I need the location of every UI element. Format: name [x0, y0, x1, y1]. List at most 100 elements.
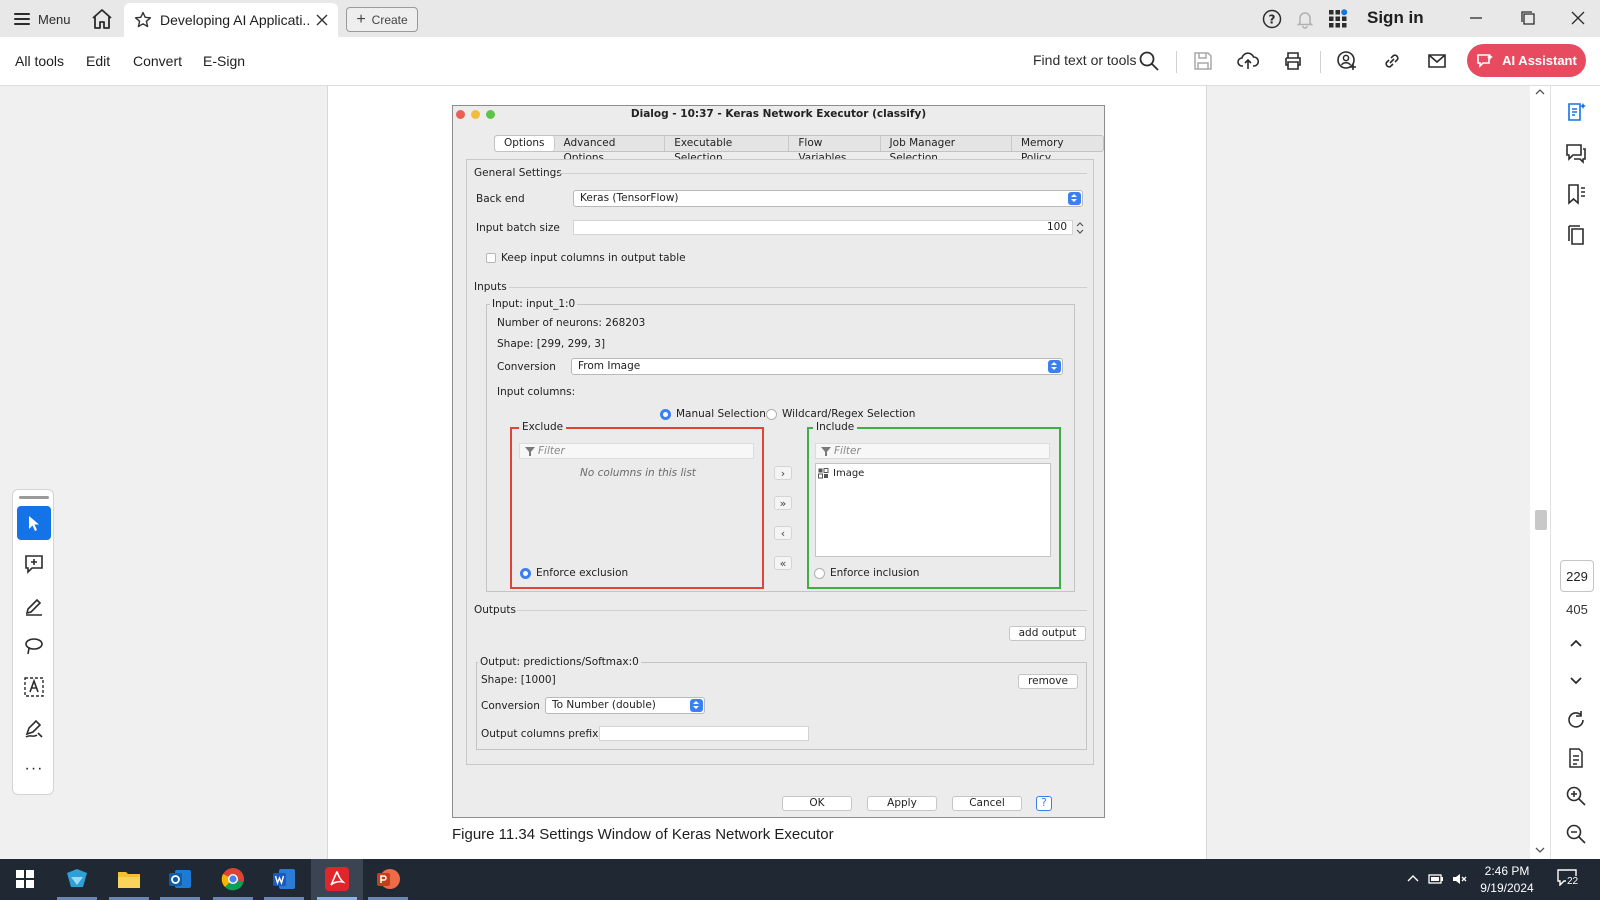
- scroll-up-icon[interactable]: [1535, 88, 1545, 96]
- chrome-icon[interactable]: [219, 865, 247, 893]
- enforce-exclusion-label: Enforce exclusion: [536, 567, 629, 579]
- spinner-icon[interactable]: [1075, 220, 1085, 236]
- exclude-title: Exclude: [519, 421, 567, 433]
- document-tab[interactable]: Developing AI Applicati...: [124, 3, 338, 37]
- search-icon[interactable]: [1138, 50, 1160, 72]
- chevron-updown-icon: [1068, 192, 1081, 205]
- minimize-icon[interactable]: [1468, 10, 1484, 26]
- dialog-help-button[interactable]: ?: [1036, 796, 1052, 811]
- drag-handle[interactable]: [19, 496, 49, 499]
- input-conversion-select[interactable]: From Image: [571, 358, 1063, 375]
- cancel-button[interactable]: Cancel: [952, 796, 1022, 811]
- find-text-label[interactable]: Find text or tools: [1033, 52, 1137, 68]
- output-conversion-select[interactable]: To Number (double): [545, 697, 705, 714]
- menu-button[interactable]: Menu: [14, 7, 71, 31]
- close-tab-icon[interactable]: [316, 14, 328, 26]
- highlight-tool[interactable]: [17, 588, 51, 622]
- manual-selection-radio[interactable]: [660, 409, 671, 420]
- svg-text:?: ?: [1269, 13, 1276, 27]
- select-tool[interactable]: [17, 506, 51, 540]
- exclude-filter-input[interactable]: Filter: [519, 443, 754, 459]
- wildcard-selection-radio[interactable]: [766, 409, 777, 420]
- menu-e-sign[interactable]: E-Sign: [203, 53, 245, 69]
- star-icon[interactable]: [134, 11, 152, 29]
- zoom-in-icon[interactable]: [1564, 784, 1588, 808]
- tab-job-manager-selection[interactable]: Job Manager Selection: [881, 136, 1012, 164]
- sign-tool[interactable]: [17, 711, 51, 745]
- move-right-button[interactable]: ›: [774, 466, 792, 480]
- rotate-icon[interactable]: [1564, 708, 1588, 732]
- ai-assistant-button[interactable]: AI Assistant: [1467, 44, 1586, 77]
- chevron-up-icon[interactable]: [1564, 632, 1588, 656]
- scroll-down-icon[interactable]: [1535, 846, 1545, 854]
- keep-input-columns-checkbox[interactable]: [486, 253, 496, 263]
- restore-icon[interactable]: [1520, 10, 1536, 26]
- acrobat-icon[interactable]: [323, 865, 351, 893]
- chevron-up-tray-icon[interactable]: [1405, 871, 1421, 887]
- page-fit-icon[interactable]: [1564, 746, 1588, 770]
- enforce-inclusion-radio[interactable]: [814, 568, 825, 579]
- move-all-left-button[interactable]: «: [774, 556, 792, 570]
- powerpoint-icon[interactable]: [374, 865, 402, 893]
- menu-all-tools[interactable]: All tools: [15, 53, 64, 69]
- list-item[interactable]: Image: [818, 466, 864, 480]
- batch-size-input[interactable]: 100: [573, 220, 1073, 235]
- system-clock[interactable]: 2:46 PM 9/19/2024: [1468, 863, 1546, 897]
- keras-executor-dialog-figure: Dialog - 10:37 - Keras Network Executor …: [452, 105, 1105, 818]
- plus-icon: +: [356, 10, 366, 28]
- comment-tool[interactable]: [17, 547, 51, 581]
- comments-icon[interactable]: [1564, 141, 1588, 165]
- document-viewport[interactable]: Dialog - 10:37 - Keras Network Executor …: [0, 86, 1550, 859]
- menu-convert[interactable]: Convert: [133, 53, 182, 69]
- generative-summary-icon[interactable]: [1564, 100, 1588, 124]
- command-bar: All tools Edit Convert E-Sign Find text …: [0, 37, 1600, 86]
- notification-center[interactable]: 22: [1556, 868, 1582, 890]
- save-icon[interactable]: [1192, 50, 1214, 72]
- tab-memory-policy[interactable]: Memory Policy: [1012, 136, 1103, 164]
- sign-in-link[interactable]: Sign in: [1367, 8, 1424, 28]
- help-icon[interactable]: ?: [1262, 9, 1282, 29]
- apply-button[interactable]: Apply: [867, 796, 937, 811]
- pages-icon[interactable]: [1564, 223, 1588, 247]
- more-tools-button[interactable]: ···: [17, 752, 51, 786]
- scrollbar-thumb[interactable]: [1535, 510, 1547, 530]
- enforce-exclusion-radio[interactable]: [520, 568, 531, 579]
- remove-output-button[interactable]: remove: [1018, 674, 1078, 689]
- draw-tool[interactable]: [17, 629, 51, 663]
- move-all-right-button[interactable]: »: [774, 496, 792, 510]
- close-window-icon[interactable]: [1570, 10, 1586, 26]
- apps-grid-icon[interactable]: [1328, 9, 1348, 29]
- text-box-tool[interactable]: [17, 670, 51, 704]
- current-page-input[interactable]: 229: [1560, 560, 1594, 592]
- mail-icon[interactable]: [1426, 50, 1448, 72]
- menu-edit[interactable]: Edit: [86, 53, 110, 69]
- backend-select[interactable]: Keras (TensorFlow): [573, 190, 1083, 207]
- tab-advanced-options[interactable]: Advanced Options: [555, 136, 666, 164]
- word-icon[interactable]: [270, 865, 298, 893]
- windows-start-icon[interactable]: [11, 865, 39, 893]
- volume-muted-icon[interactable]: [1451, 871, 1467, 887]
- upload-icon[interactable]: [1237, 50, 1259, 72]
- share-user-icon[interactable]: [1336, 50, 1358, 72]
- add-output-button[interactable]: add output: [1009, 626, 1086, 641]
- notification-bell-icon[interactable]: [1295, 9, 1315, 29]
- home-icon[interactable]: [90, 8, 114, 30]
- outlook-icon[interactable]: [166, 865, 194, 893]
- zoom-out-icon[interactable]: [1564, 822, 1588, 846]
- file-explorer-icon[interactable]: [115, 865, 143, 893]
- widgets-app-icon[interactable]: [63, 865, 91, 893]
- include-filter-input[interactable]: Filter: [815, 443, 1050, 459]
- output-prefix-input[interactable]: [599, 726, 809, 741]
- battery-icon[interactable]: [1428, 871, 1444, 887]
- tab-executable-selection[interactable]: Executable Selection: [665, 136, 790, 164]
- move-left-button[interactable]: ‹: [774, 526, 792, 540]
- link-icon[interactable]: [1381, 50, 1403, 72]
- tab-options[interactable]: Options: [495, 136, 555, 151]
- chevron-down-icon[interactable]: [1564, 668, 1588, 692]
- print-icon[interactable]: [1282, 50, 1304, 72]
- ok-button[interactable]: OK: [782, 796, 852, 811]
- create-button[interactable]: + Create: [346, 7, 418, 32]
- vertical-scrollbar[interactable]: [1530, 86, 1550, 859]
- bookmarks-icon[interactable]: [1564, 182, 1588, 206]
- tab-flow-variables[interactable]: Flow Variables: [789, 136, 881, 164]
